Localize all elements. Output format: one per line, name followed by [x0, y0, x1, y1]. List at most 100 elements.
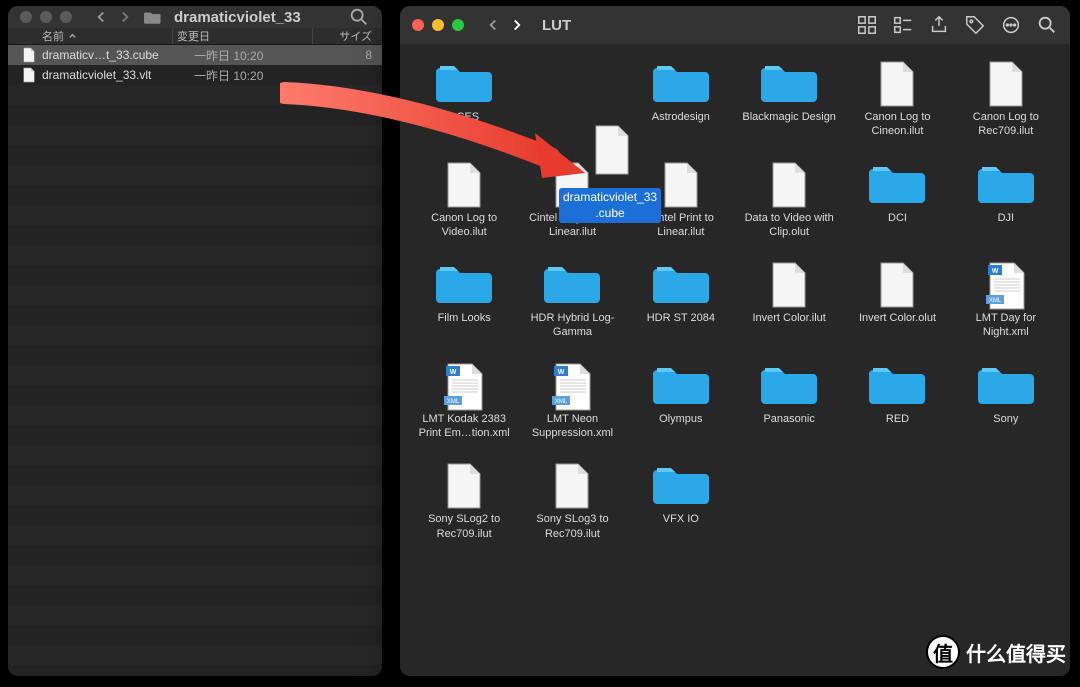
- grid-item[interactable]: HDR ST 2084: [627, 261, 735, 340]
- item-label: HDR Hybrid Log-Gamma: [522, 311, 622, 340]
- item-label: Invert Color.ilut: [752, 311, 825, 325]
- view-icons-button[interactable]: [856, 14, 878, 36]
- grid-item[interactable]: ACES: [410, 60, 518, 139]
- grid-item[interactable]: HDR Hybrid Log-Gamma: [518, 261, 626, 340]
- back-button[interactable]: [90, 6, 112, 28]
- file-icon: [436, 161, 492, 205]
- nav-arrows: [90, 6, 136, 28]
- grid-item[interactable]: Data to Video with Clip.olut: [735, 161, 843, 240]
- item-label: LMT Neon Suppression.xml: [522, 412, 622, 441]
- grid-item[interactable]: Sony SLog3 to Rec709.ilut: [518, 462, 626, 541]
- search-icon[interactable]: [1036, 14, 1058, 36]
- grid-item[interactable]: Invert Color.olut: [843, 261, 951, 340]
- file-icon: W XML: [436, 362, 492, 406]
- file-icon: [544, 462, 600, 506]
- grid-item[interactable]: Invert Color.ilut: [735, 261, 843, 340]
- folder-icon: [653, 462, 709, 506]
- svg-text:W: W: [450, 369, 457, 376]
- traffic-lights: [20, 11, 72, 23]
- file-list: dramaticv…t_33.cube一昨日 10:208dramaticvio…: [8, 45, 382, 676]
- folder-icon: [761, 362, 817, 406]
- finder-window-target: LUT ACESAstrodesignBlackmagic DesignCano…: [400, 6, 1070, 676]
- grid-item[interactable]: Sony SLog2 to Rec709.ilut: [410, 462, 518, 541]
- fullscreen-button[interactable]: [60, 11, 72, 23]
- grid-item[interactable]: WXMLLMT Day for Night.xml: [952, 261, 1060, 340]
- col-size[interactable]: サイズ: [312, 28, 382, 44]
- item-label: VFX IO: [663, 512, 699, 526]
- window-title: dramaticviolet_33: [174, 9, 301, 26]
- file-icon: [978, 60, 1034, 104]
- column-headers: 名前 変更日 サイズ: [8, 28, 382, 45]
- item-label: LMT Kodak 2383 Print Em…tion.xml: [414, 412, 514, 441]
- fullscreen-button[interactable]: [452, 19, 464, 31]
- tag-icon[interactable]: [964, 14, 986, 36]
- item-label: Olympus: [659, 412, 702, 426]
- close-button[interactable]: [412, 19, 424, 31]
- item-label: ACES: [449, 110, 479, 124]
- file-icon: [869, 60, 925, 104]
- toolbar-group: [856, 14, 1058, 36]
- grid-item[interactable]: Sony: [952, 362, 1060, 441]
- table-row[interactable]: dramaticv…t_33.cube一昨日 10:208: [8, 45, 382, 65]
- item-label: Blackmagic Design: [742, 110, 836, 124]
- grid-item[interactable]: Panasonic: [735, 362, 843, 441]
- grid-item[interactable]: Blackmagic Design: [735, 60, 843, 139]
- grid-item[interactable]: DJI: [952, 161, 1060, 240]
- item-label: Panasonic: [763, 412, 814, 426]
- grid-item[interactable]: W XML LMT Kodak 2383 Print Em…tion.xml: [410, 362, 518, 441]
- group-button[interactable]: [892, 14, 914, 36]
- col-name[interactable]: 名前: [42, 28, 172, 44]
- grid-item[interactable]: VFX IO: [627, 462, 735, 541]
- minimize-button[interactable]: [40, 11, 52, 23]
- folder-icon: [653, 261, 709, 305]
- folder-icon: [144, 10, 162, 24]
- item-label: LMT Day for Night.xml: [956, 311, 1056, 340]
- forward-button[interactable]: [506, 14, 528, 36]
- search-icon[interactable]: [348, 6, 370, 28]
- folder-icon: [436, 261, 492, 305]
- svg-text:XML: XML: [447, 399, 460, 405]
- item-label: Sony SLog3 to Rec709.ilut: [522, 512, 622, 541]
- icon-grid[interactable]: ACES Astrodesign Blackmagic Design Canon Lo…: [400, 44, 1070, 676]
- traffic-lights: [412, 19, 464, 31]
- more-icon[interactable]: [1000, 14, 1022, 36]
- table-row[interactable]: dramaticviolet_33.vlt一昨日 10:20: [8, 65, 382, 85]
- grid-item[interactable]: Astrodesign: [627, 60, 735, 139]
- item-label: Canon Log to Cineon.ilut: [847, 110, 947, 139]
- grid-item[interactable]: Canon Log to Video.ilut: [410, 161, 518, 240]
- grid-item[interactable]: W XML LMT Neon Suppression.xml: [518, 362, 626, 441]
- dragged-file-label: dramaticviolet_33 .cube: [559, 188, 661, 223]
- back-button[interactable]: [482, 14, 504, 36]
- minimize-button[interactable]: [432, 19, 444, 31]
- grid-item[interactable]: RED: [843, 362, 951, 441]
- item-label: Sony SLog2 to Rec709.ilut: [414, 512, 514, 541]
- file-size: 8: [330, 48, 382, 62]
- file-icon: [436, 462, 492, 506]
- share-icon[interactable]: [928, 14, 950, 36]
- forward-button[interactable]: [114, 6, 136, 28]
- grid-item[interactable]: Film Looks: [410, 261, 518, 340]
- grid-item[interactable]: Canon Log to Cineon.ilut: [843, 60, 951, 139]
- folder-icon: [978, 161, 1034, 205]
- folder-icon: [653, 60, 709, 104]
- item-label: Data to Video with Clip.olut: [739, 211, 839, 240]
- svg-text:W: W: [558, 369, 565, 376]
- close-button[interactable]: [20, 11, 32, 23]
- item-label: Canon Log to Video.ilut: [414, 211, 514, 240]
- watermark: 值 什么值得买: [926, 635, 1066, 669]
- file-icon: [761, 161, 817, 205]
- file-name: dramaticv…t_33.cube: [42, 48, 190, 62]
- item-label: RED: [886, 412, 909, 426]
- grid-item[interactable]: Olympus: [627, 362, 735, 441]
- svg-text:XML: XML: [555, 399, 568, 405]
- file-icon: [22, 47, 36, 63]
- grid-item[interactable]: DCI: [843, 161, 951, 240]
- folder-icon: [653, 362, 709, 406]
- col-modified[interactable]: 変更日: [172, 28, 312, 44]
- item-label: DCI: [888, 211, 907, 225]
- finder-window-source: dramaticviolet_33 名前 変更日 サイズ dramaticv…t…: [8, 6, 382, 676]
- nav-arrows: [482, 14, 528, 36]
- file-icon: [869, 261, 925, 305]
- folder-icon: [869, 362, 925, 406]
- grid-item[interactable]: Canon Log to Rec709.ilut: [952, 60, 1060, 139]
